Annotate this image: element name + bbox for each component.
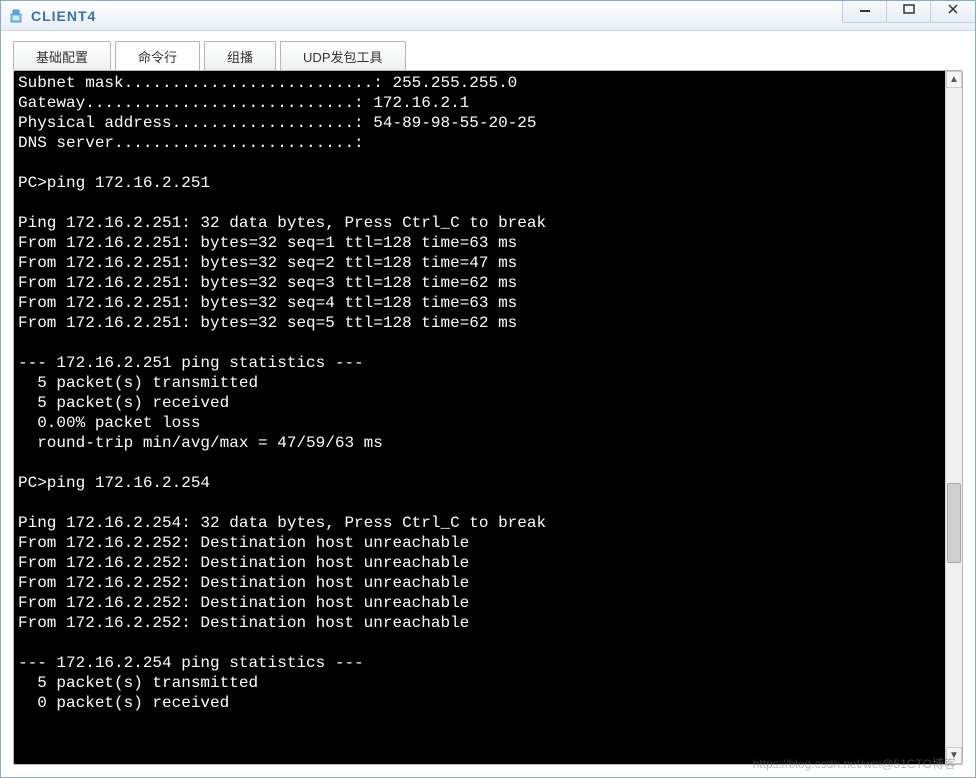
app-icon	[7, 7, 25, 25]
minimize-button[interactable]	[842, 1, 887, 23]
terminal-frame: Subnet mask..........................: 2…	[13, 70, 963, 765]
scrollbar-thumb[interactable]	[947, 483, 961, 563]
tab-label: 命令行	[138, 47, 177, 66]
tab-multicast[interactable]: 组播	[204, 41, 276, 71]
tab-basic-config[interactable]: 基础配置	[13, 41, 111, 71]
scroll-down-button[interactable]: ▼	[946, 747, 962, 764]
content-area: 基础配置 命令行 组播 UDP发包工具 Subnet mask.........…	[1, 31, 975, 777]
tab-label: 基础配置	[36, 47, 88, 66]
maximize-button[interactable]	[886, 1, 931, 23]
vertical-scrollbar[interactable]: ▲ ▼	[945, 71, 962, 764]
close-button[interactable]	[930, 1, 975, 23]
app-window: CLIENT4 基础配置 命令行 组播 UDP发包工具	[0, 0, 976, 778]
tab-udp-tool[interactable]: UDP发包工具	[280, 41, 405, 71]
scroll-up-button[interactable]: ▲	[946, 71, 962, 88]
tab-command-line[interactable]: 命令行	[115, 41, 200, 71]
scrollbar-track[interactable]	[946, 88, 962, 747]
terminal-output[interactable]: Subnet mask..........................: 2…	[14, 71, 945, 764]
window-title: CLIENT4	[31, 8, 96, 24]
tab-bar: 基础配置 命令行 组播 UDP发包工具	[13, 41, 963, 71]
window-controls	[843, 1, 975, 30]
tab-label: 组播	[227, 47, 253, 66]
tab-label: UDP发包工具	[303, 47, 382, 66]
titlebar[interactable]: CLIENT4	[1, 1, 975, 31]
